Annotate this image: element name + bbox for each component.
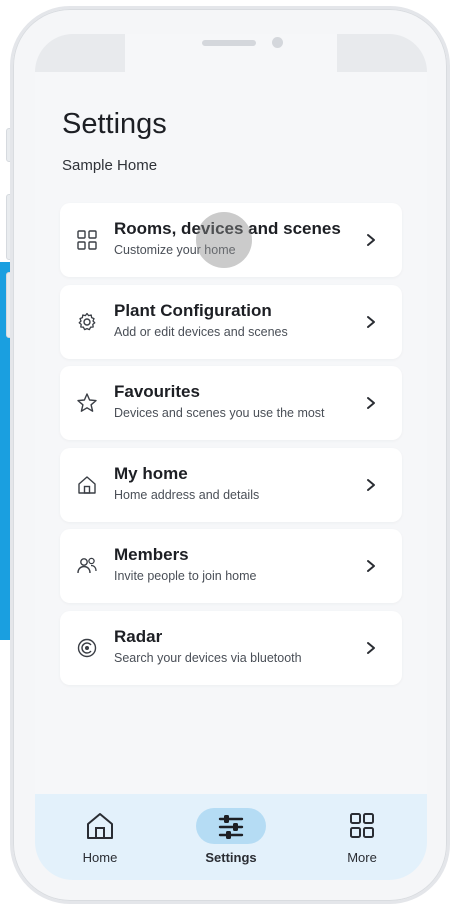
chevron-right-icon [367, 479, 375, 491]
touch-indicator [196, 212, 252, 268]
sliders-icon [218, 815, 244, 839]
tab-home[interactable]: Home [55, 808, 145, 868]
tab-label: Home [82, 850, 118, 865]
home-icon [87, 813, 113, 839]
tab-settings[interactable]: Settings [186, 808, 276, 868]
chevron-right-icon [367, 316, 375, 328]
chevron-right-icon [367, 397, 375, 409]
settings-item-members[interactable]: Members Invite people to join home [60, 529, 402, 603]
item-title: Radar [114, 627, 163, 646]
front-camera [272, 37, 283, 48]
item-description: Invite people to join home [114, 569, 257, 583]
grid-icon [77, 230, 97, 250]
speaker-slot [202, 40, 256, 46]
item-title: Favourites [114, 382, 200, 401]
tab-more[interactable]: More [317, 808, 407, 868]
page-title: Settings [62, 108, 167, 140]
settings-item-plant-configuration[interactable]: Plant Configuration Add or edit devices … [60, 285, 402, 359]
tab-label: More [347, 850, 377, 865]
settings-item-my-home[interactable]: My home Home address and details [60, 448, 402, 522]
chevron-right-icon [367, 234, 375, 246]
home-name: Sample Home [62, 157, 158, 174]
radar-icon [77, 638, 97, 658]
item-description: Add or edit devices and scenes [114, 325, 288, 339]
phone-notch [131, 34, 331, 64]
item-description: Search your devices via bluetooth [114, 651, 302, 665]
grid-icon [350, 813, 374, 838]
settings-item-favourites[interactable]: Favourites Devices and scenes you use th… [60, 366, 402, 440]
item-title: Members [114, 545, 189, 564]
item-description: Devices and scenes you use the most [114, 406, 325, 420]
gear-icon [78, 312, 96, 331]
chevron-right-icon [367, 642, 375, 654]
users-icon [77, 557, 97, 574]
tab-label: Settings [205, 850, 257, 865]
item-title: Plant Configuration [114, 301, 272, 320]
star-icon [77, 393, 97, 412]
chevron-right-icon [367, 560, 375, 572]
item-description: Home address and details [114, 488, 260, 502]
home-icon [78, 476, 96, 494]
item-title: My home [114, 464, 188, 483]
settings-item-radar[interactable]: Radar Search your devices via bluetooth [60, 611, 402, 685]
bottom-tab-bar: Home Settings More [35, 794, 427, 880]
